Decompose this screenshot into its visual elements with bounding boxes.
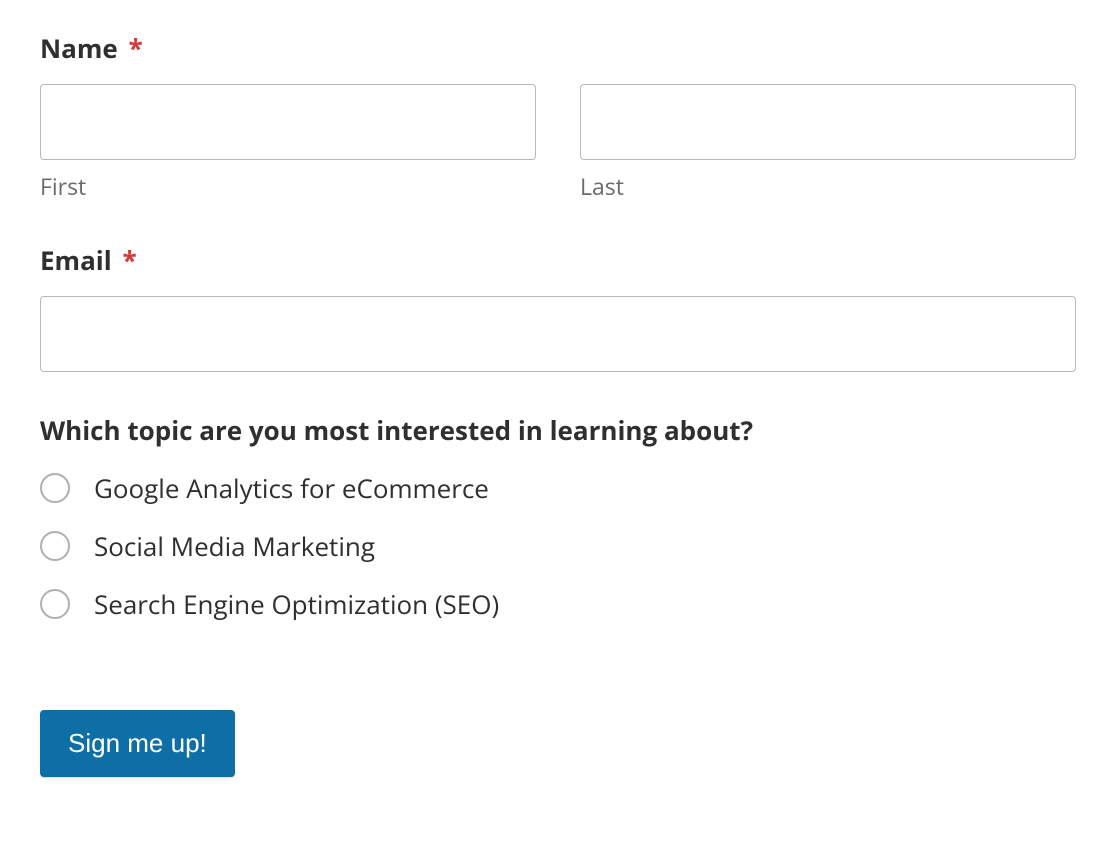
topic-radio-item-1[interactable]: Social Media Marketing bbox=[40, 528, 1076, 564]
first-name-column: First bbox=[40, 84, 536, 202]
last-name-column: Last bbox=[580, 84, 1076, 202]
first-name-sublabel: First bbox=[40, 170, 536, 202]
submit-button[interactable]: Sign me up! bbox=[40, 710, 235, 777]
topic-option-label-1: Social Media Marketing bbox=[94, 528, 375, 564]
signup-form: Name * First Last Email * Which topic ar… bbox=[40, 30, 1076, 777]
topic-option-label-2: Search Engine Optimization (SEO) bbox=[94, 586, 499, 622]
email-label-text: Email bbox=[40, 242, 112, 278]
email-required-asterisk: * bbox=[122, 242, 136, 278]
last-name-input[interactable] bbox=[580, 84, 1076, 160]
email-input[interactable] bbox=[40, 296, 1076, 372]
radio-circle-icon bbox=[40, 473, 70, 503]
topic-option-label-0: Google Analytics for eCommerce bbox=[94, 470, 489, 506]
topic-field-group: Which topic are you most interested in l… bbox=[40, 412, 1076, 622]
last-name-sublabel: Last bbox=[580, 170, 1076, 202]
email-field-group: Email * bbox=[40, 242, 1076, 372]
name-label-text: Name bbox=[40, 30, 118, 66]
radio-circle-icon bbox=[40, 531, 70, 561]
name-field-group: Name * First Last bbox=[40, 30, 1076, 202]
name-label: Name * bbox=[40, 30, 1076, 66]
radio-circle-icon bbox=[40, 589, 70, 619]
topic-question: Which topic are you most interested in l… bbox=[40, 412, 1076, 448]
topic-radio-item-0[interactable]: Google Analytics for eCommerce bbox=[40, 470, 1076, 506]
name-input-row: First Last bbox=[40, 84, 1076, 202]
topic-radio-item-2[interactable]: Search Engine Optimization (SEO) bbox=[40, 586, 1076, 622]
topic-radio-list: Google Analytics for eCommerce Social Me… bbox=[40, 470, 1076, 622]
first-name-input[interactable] bbox=[40, 84, 536, 160]
name-required-asterisk: * bbox=[129, 30, 143, 66]
email-label: Email * bbox=[40, 242, 1076, 278]
